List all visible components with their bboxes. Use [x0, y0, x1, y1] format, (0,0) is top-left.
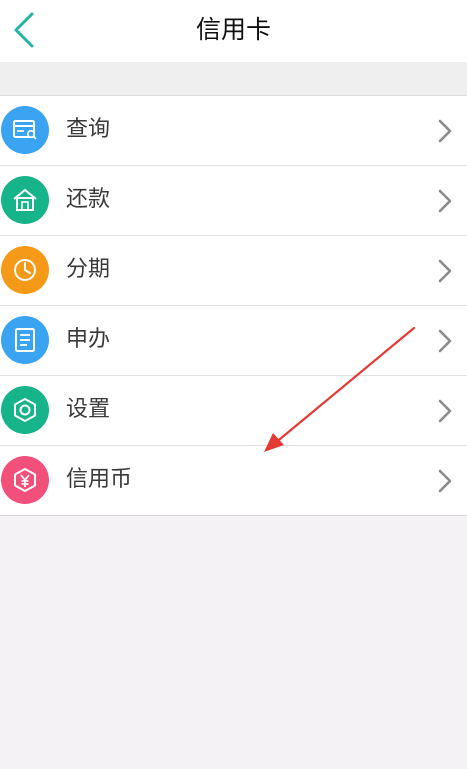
chevron-right-icon [437, 399, 453, 423]
card-search-icon [1, 106, 49, 154]
yuan-coin-icon [1, 456, 49, 504]
house-icon [1, 176, 49, 224]
menu-item-label: 信用币 [66, 467, 133, 492]
page-title: 信用卡 [195, 15, 271, 44]
menu-item-query[interactable]: 查询 [0, 96, 467, 165]
chevron-right-icon [437, 189, 453, 213]
menu-item-label: 还款 [66, 187, 111, 212]
chevron-right-icon [437, 329, 453, 353]
menu-item-settings[interactable]: 设置 [0, 375, 467, 445]
document-icon [1, 316, 49, 364]
section-spacer [0, 62, 467, 96]
chevron-right-icon [437, 469, 453, 493]
menu-item-credit-coin[interactable]: 信用币 [0, 445, 467, 515]
hexagon-settings-icon [1, 386, 49, 434]
menu-item-label: 查询 [66, 117, 111, 142]
top-bar: 信用卡 [0, 0, 467, 62]
menu-item-label: 设置 [66, 397, 111, 422]
credit-card-menu: 查询 还款 分期 申办 设置 信用币 [0, 96, 467, 516]
menu-item-installment[interactable]: 分期 [0, 235, 467, 305]
menu-item-label: 申办 [66, 327, 111, 352]
chevron-right-icon [437, 259, 453, 283]
chevron-right-icon [437, 119, 453, 143]
menu-item-apply[interactable]: 申办 [0, 305, 467, 375]
menu-item-label: 分期 [66, 257, 111, 282]
menu-item-repayment[interactable]: 还款 [0, 165, 467, 235]
clock-icon [1, 246, 49, 294]
